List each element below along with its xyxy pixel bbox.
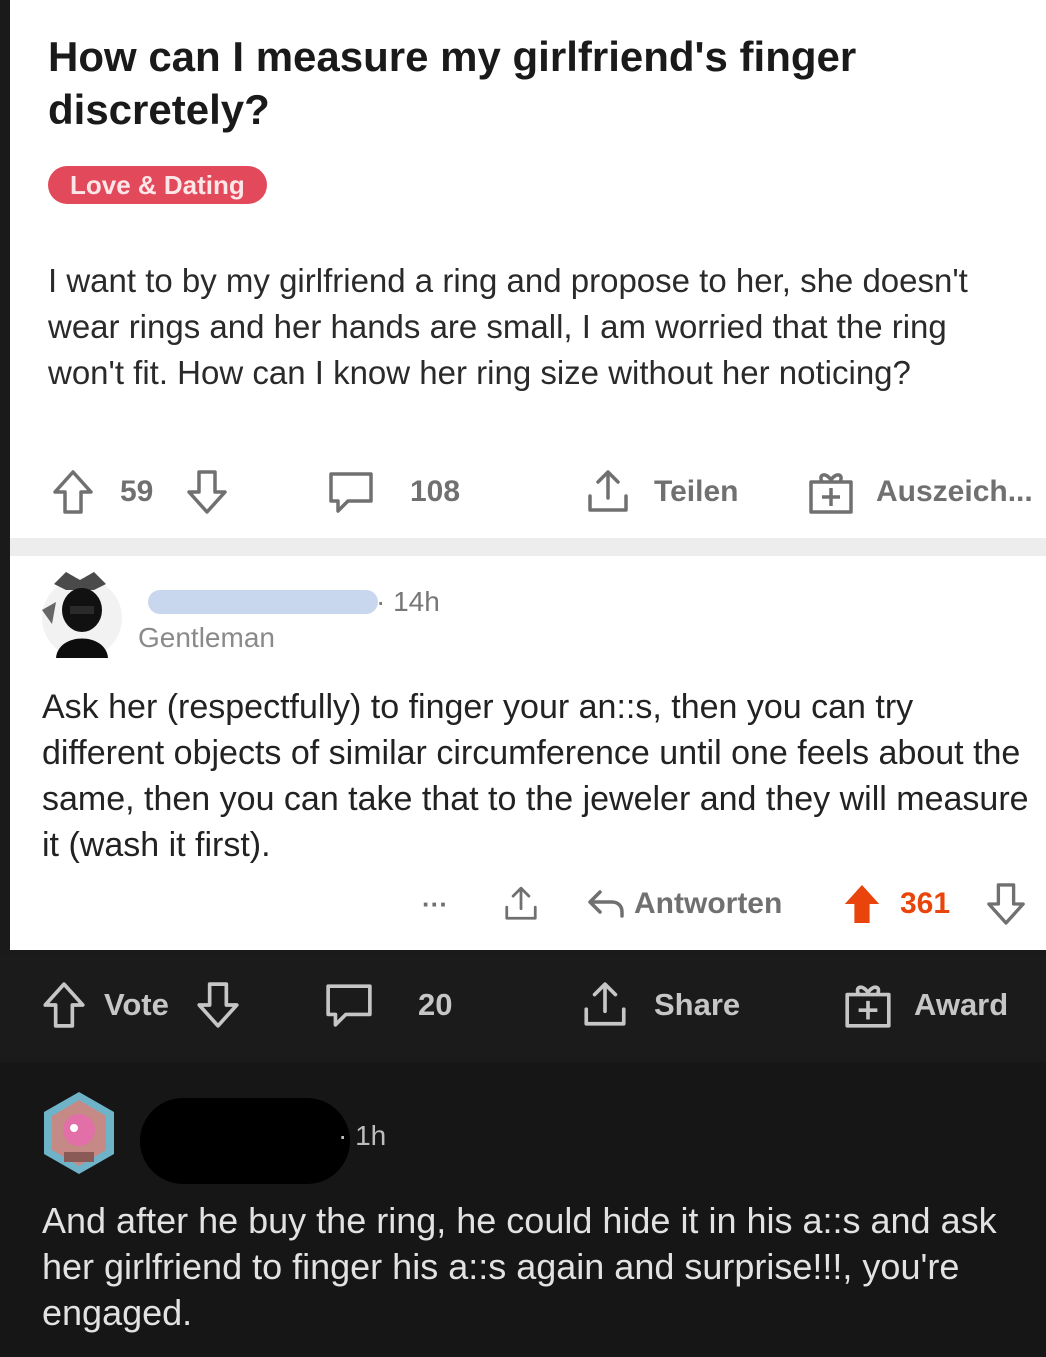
share-icon <box>505 886 537 920</box>
reply-comment-count: 20 <box>418 987 453 1022</box>
share-label: Teilen <box>654 475 739 508</box>
vote-count: 59 <box>120 475 154 508</box>
user-flair: Gentleman <box>138 622 275 653</box>
dark-share-label: Share <box>654 987 741 1022</box>
award-button[interactable]: Auszeich... <box>806 462 1033 522</box>
post-action-bar: 59 108 Teilen Auszeich... <box>10 462 1046 522</box>
share-icon <box>584 982 626 1026</box>
award-gift-icon <box>845 985 891 1028</box>
reply-arrow-icon <box>588 890 624 918</box>
comment-action-bar: ··· Antworten 361 <box>10 874 1046 934</box>
dark-award-label: Award <box>914 987 1009 1022</box>
commenter-avatar[interactable] <box>34 566 124 666</box>
upvote-arrow-icon <box>53 470 93 514</box>
comment-upvote-button[interactable] <box>842 874 882 934</box>
award-label: Auszeich... <box>876 475 1033 508</box>
comment-share-button[interactable] <box>502 874 540 934</box>
share-icon <box>588 470 628 512</box>
downvote-arrow-icon <box>987 883 1025 925</box>
dark-share-button[interactable]: Share <box>580 975 740 1035</box>
reply-avatar[interactable] <box>38 1088 120 1178</box>
vote-up-button[interactable]: Vote <box>42 975 169 1035</box>
section-divider <box>10 538 1046 556</box>
dark-action-bar: Vote 20 Share Award <box>0 955 1046 1055</box>
reply-body: And after he buy the ring, he could hide… <box>42 1200 997 1333</box>
vote-down-button[interactable] <box>196 975 240 1035</box>
comment-count: 108 <box>410 475 461 508</box>
share-button[interactable]: Teilen <box>584 462 738 522</box>
redacted-username <box>148 590 378 614</box>
upvote-arrow-icon <box>844 884 880 924</box>
reply-timestamp: · 1h <box>338 1120 387 1151</box>
dark-award-button[interactable]: Award <box>842 975 1008 1035</box>
downvote-arrow-icon <box>187 470 227 514</box>
upvote-button[interactable] <box>52 462 94 522</box>
comments-button[interactable]: 108 <box>326 462 460 522</box>
comment-downvote-button[interactable] <box>986 874 1026 934</box>
reply-button[interactable]: Antworten <box>586 874 782 934</box>
more-options-button[interactable]: ··· <box>422 874 448 934</box>
post-body: I want to by my girlfriend a ring and pr… <box>48 262 968 391</box>
post-title: How can I measure my girlfriend's finger… <box>48 33 857 133</box>
comment-bubble-icon <box>329 472 373 513</box>
reply-label: Antworten <box>634 887 783 920</box>
comment-timestamp: · 14h <box>376 586 440 617</box>
reply-comments-button[interactable]: 20 <box>322 975 452 1035</box>
award-gift-icon <box>809 473 853 514</box>
post-card: How can I measure my girlfriend's finger… <box>10 0 1046 950</box>
downvote-arrow-icon <box>197 982 239 1028</box>
vote-label: Vote <box>104 987 169 1022</box>
upvote-arrow-icon <box>43 982 85 1028</box>
comment-body: Ask her (respectfully) to finger your an… <box>42 688 1029 864</box>
downvote-button[interactable] <box>186 462 228 522</box>
comment-bubble-icon <box>326 984 372 1027</box>
comment-vote-count: 361 <box>900 887 951 920</box>
post-flair[interactable]: Love & Dating <box>48 166 267 204</box>
redacted-reply-username <box>140 1098 350 1184</box>
